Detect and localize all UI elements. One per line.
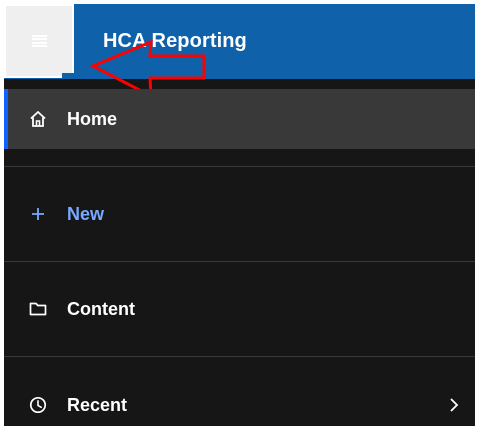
menu-button[interactable]: [4, 4, 74, 78]
side-nav: Home New Content Recent: [4, 89, 475, 426]
nav-item-recent[interactable]: Recent: [4, 375, 475, 426]
plus-icon: [28, 204, 48, 224]
clock-icon: [28, 395, 48, 415]
nav-item-label: New: [67, 203, 105, 224]
nav-item-label: Recent: [67, 394, 128, 415]
app-title: HCA Reporting: [103, 30, 247, 52]
nav-item-label: Content: [67, 298, 135, 319]
folder-icon: [28, 299, 48, 319]
nav-item-new[interactable]: New: [4, 184, 475, 244]
hamburger-icon: [31, 35, 47, 47]
app-window: HCA Reporting Home New Content Recent: [4, 4, 475, 426]
home-icon: [28, 109, 48, 129]
nav-item-home[interactable]: Home: [4, 89, 475, 149]
nav-item-content[interactable]: Content: [4, 279, 475, 339]
nav-item-label: Home: [67, 108, 118, 129]
chevron-right-icon[interactable]: [447, 395, 461, 415]
top-bar: HCA Reporting: [4, 4, 475, 79]
